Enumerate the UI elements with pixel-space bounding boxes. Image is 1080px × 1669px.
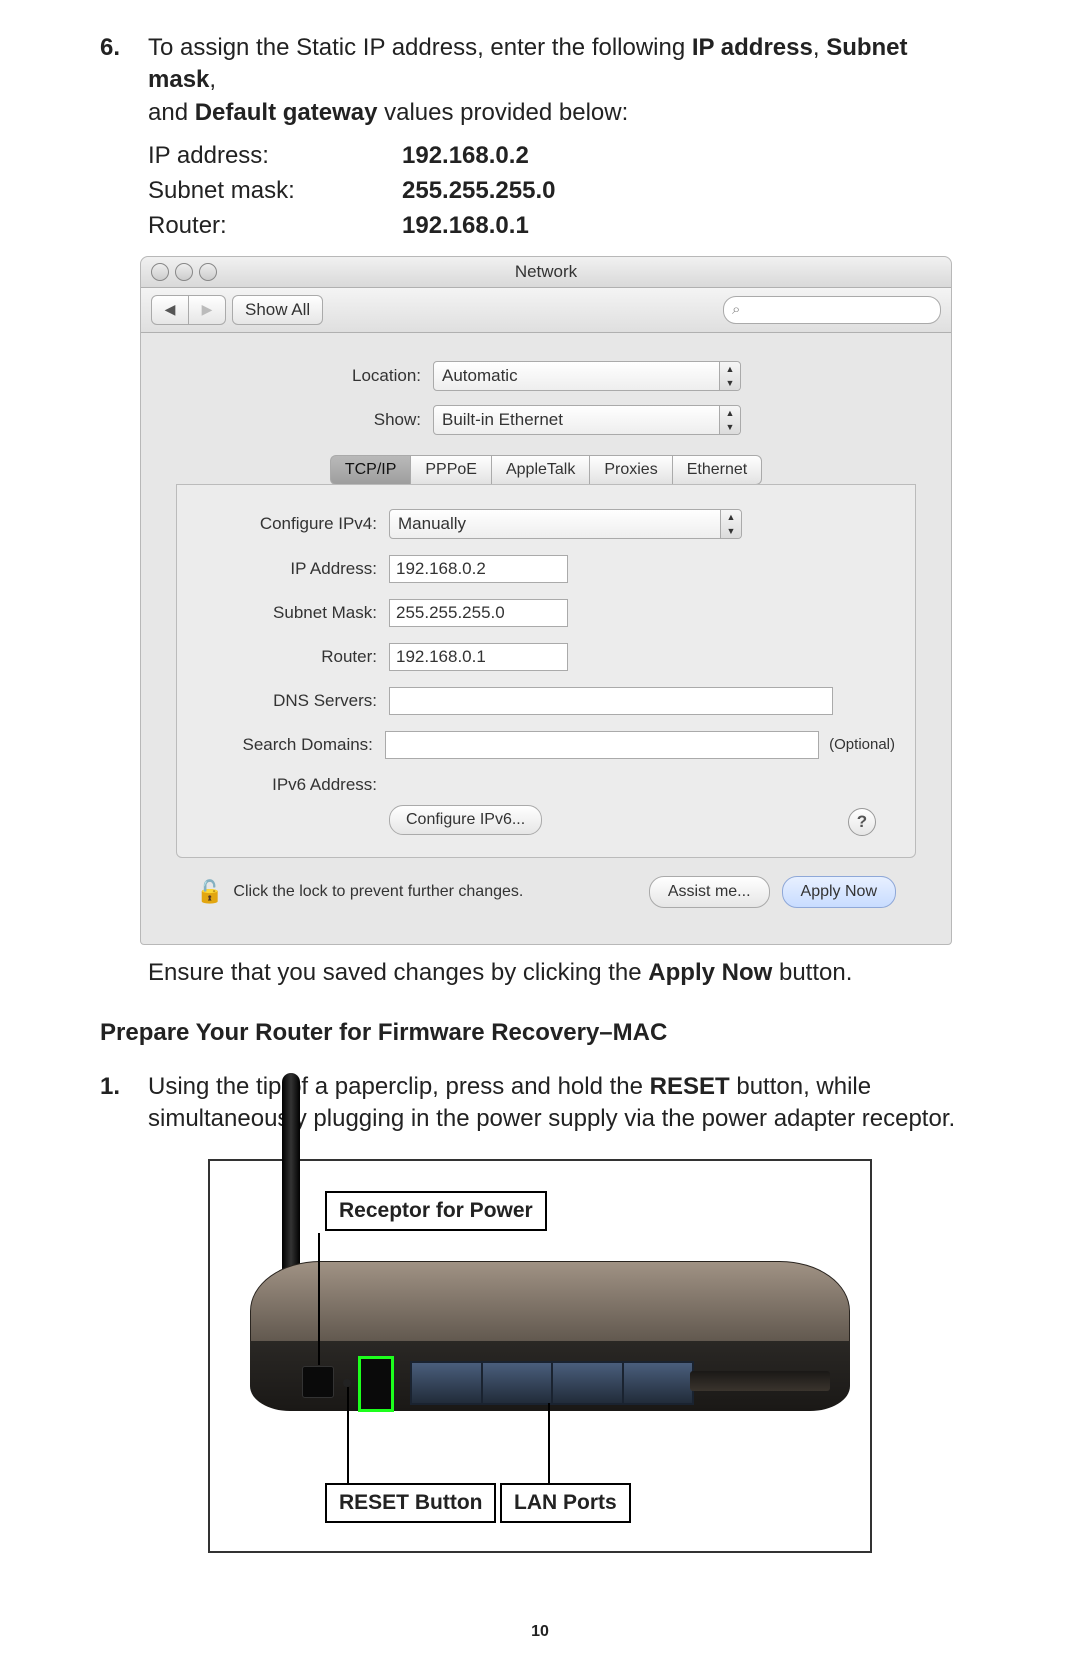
traffic-lights[interactable] bbox=[151, 263, 217, 281]
subnet-mask-label: Subnet Mask: bbox=[197, 603, 389, 623]
subnet-mask-value: 255.255.255.0 bbox=[402, 174, 555, 209]
location-select[interactable]: Automatic ▲▼ bbox=[433, 361, 741, 391]
window-title: Network bbox=[515, 262, 577, 282]
router-label: Router: bbox=[197, 647, 389, 667]
prepare-heading: Prepare Your Router for Firmware Recover… bbox=[100, 1019, 980, 1047]
ipv6-address-label: IPv6 Address: bbox=[197, 775, 389, 795]
configure-ipv6-button[interactable]: Configure IPv6... bbox=[389, 805, 542, 835]
apply-now-button[interactable]: Apply Now bbox=[782, 876, 896, 908]
lan-ports bbox=[410, 1361, 694, 1405]
tab-ethernet[interactable]: Ethernet bbox=[672, 455, 762, 485]
close-icon[interactable] bbox=[151, 263, 169, 281]
static-ip-table: IP address:192.168.0.2 Subnet mask:255.2… bbox=[148, 139, 980, 243]
tab-pppoe[interactable]: PPPoE bbox=[410, 455, 491, 485]
forward-button[interactable]: ▶ bbox=[189, 295, 226, 325]
reset-label: RESET Button bbox=[325, 1483, 496, 1523]
toolbar: ◀ ▶ Show All ⌕ bbox=[141, 288, 951, 333]
zoom-icon[interactable] bbox=[199, 263, 217, 281]
tab-proxies[interactable]: Proxies bbox=[589, 455, 671, 485]
power-receptor bbox=[302, 1366, 334, 1398]
tab-bar: TCP/IP PPPoE AppleTalk Proxies Ethernet bbox=[176, 455, 916, 485]
lock-icon[interactable]: 🔓 bbox=[196, 879, 223, 905]
window-footer: 🔓 Click the lock to prevent further chan… bbox=[176, 858, 916, 922]
usb-port bbox=[358, 1356, 394, 1412]
step-number: 6. bbox=[100, 32, 148, 129]
search-input[interactable]: ⌕ bbox=[723, 296, 941, 324]
titlebar: Network bbox=[141, 257, 951, 288]
tcpip-panel: Configure IPv4: Manually ▲▼ IP Address: … bbox=[176, 484, 916, 858]
lock-message: Click the lock to prevent further change… bbox=[233, 883, 523, 901]
minimize-icon[interactable] bbox=[175, 263, 193, 281]
location-label: Location: bbox=[306, 366, 433, 386]
receptor-label: Receptor for Power bbox=[325, 1191, 547, 1231]
step-number: 1. bbox=[100, 1071, 148, 1136]
router-figure: Receptor for Power RESET Button LAN Port… bbox=[208, 1159, 872, 1553]
assist-me-button[interactable]: Assist me... bbox=[649, 876, 770, 908]
search-icon: ⌕ bbox=[732, 301, 740, 318]
ip-address-label: IP Address: bbox=[197, 559, 389, 579]
network-window: Network ◀ ▶ Show All ⌕ Location: Automat… bbox=[140, 256, 952, 945]
chevron-up-down-icon: ▲▼ bbox=[720, 510, 741, 538]
ip-address-label: IP address: bbox=[148, 139, 402, 174]
page-number: 10 bbox=[0, 1623, 1080, 1641]
subnet-mask-input[interactable]: 255.255.255.0 bbox=[389, 599, 568, 627]
router-value: 192.168.0.1 bbox=[402, 209, 529, 244]
ip-address-value: 192.168.0.2 bbox=[402, 139, 529, 174]
lead-line bbox=[548, 1403, 550, 1483]
step-6: 6. To assign the Static IP address, ente… bbox=[100, 32, 980, 129]
search-domains-input[interactable] bbox=[385, 731, 819, 759]
step-1-text: Using the tip of a paperclip, press and … bbox=[148, 1071, 955, 1136]
help-button[interactable]: ? bbox=[848, 808, 876, 836]
back-button[interactable]: ◀ bbox=[151, 295, 189, 325]
router-label: Router: bbox=[148, 209, 402, 244]
step-1: 1. Using the tip of a paperclip, press a… bbox=[100, 1071, 980, 1136]
ip-address-input[interactable]: 192.168.0.2 bbox=[389, 555, 568, 583]
lead-line bbox=[347, 1387, 349, 1483]
show-all-button[interactable]: Show All bbox=[232, 295, 323, 325]
lead-line bbox=[318, 1233, 320, 1365]
chevron-up-down-icon: ▲▼ bbox=[719, 362, 740, 390]
show-label: Show: bbox=[306, 410, 433, 430]
card-slot bbox=[690, 1371, 830, 1391]
nav-buttons: ◀ ▶ bbox=[151, 295, 226, 325]
router-input[interactable]: 192.168.0.1 bbox=[389, 643, 568, 671]
step-6-text: To assign the Static IP address, enter t… bbox=[148, 32, 980, 129]
configure-ipv4-label: Configure IPv4: bbox=[197, 514, 389, 534]
subnet-mask-label: Subnet mask: bbox=[148, 174, 402, 209]
after-window-text: Ensure that you saved changes by clickin… bbox=[148, 959, 980, 987]
show-select[interactable]: Built-in Ethernet ▲▼ bbox=[433, 405, 741, 435]
dns-servers-input[interactable] bbox=[389, 687, 833, 715]
tab-appletalk[interactable]: AppleTalk bbox=[491, 455, 589, 485]
chevron-up-down-icon: ▲▼ bbox=[719, 406, 740, 434]
tab-tcpip[interactable]: TCP/IP bbox=[330, 455, 411, 485]
optional-label: (Optional) bbox=[829, 736, 895, 753]
dns-servers-label: DNS Servers: bbox=[197, 691, 389, 711]
search-domains-label: Search Domains: bbox=[197, 735, 385, 755]
lan-ports-label: LAN Ports bbox=[500, 1483, 631, 1523]
configure-ipv4-select[interactable]: Manually ▲▼ bbox=[389, 509, 742, 539]
